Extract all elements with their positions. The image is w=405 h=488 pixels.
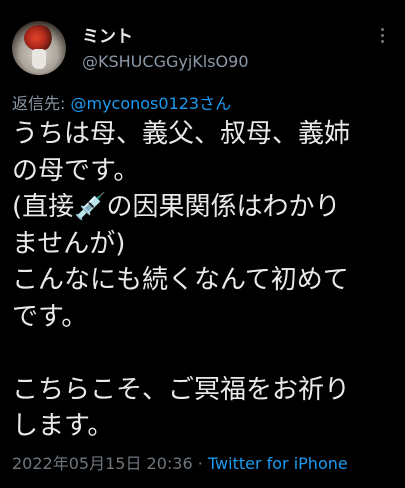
user-handle[interactable]: @KSHUCGGyjKlsO90 [82, 52, 249, 71]
tweet-text-line: します。 [12, 411, 114, 441]
tweet-meta: 2022年05月15日 20:36 · Twitter for iPhone [12, 450, 348, 474]
tweet-text-line: うちは母、義父、叔母、義姉 [12, 119, 351, 149]
avatar-flowers [24, 25, 54, 51]
tweet: ミント @KSHUCGGyjKlsO90 返信先: @myconos0123さん… [0, 0, 405, 488]
source-link[interactable]: Twitter for iPhone [208, 454, 348, 473]
tweet-text-fragment: (直接 [12, 192, 75, 222]
display-name[interactable]: ミント [82, 22, 133, 47]
tweet-text-line: (直接💉の因果関係はわかり [12, 189, 397, 226]
tweet-text-line: の母です。 [12, 155, 140, 186]
more-vertical-icon[interactable] [381, 28, 385, 46]
avatar[interactable] [12, 21, 66, 75]
reply-prefix: 返信先: [12, 94, 71, 113]
tweet-text-line: こちらこそ、ご冥福をお祈り [12, 374, 351, 405]
tweet-text-fragment: の因果関係はわかり [106, 192, 341, 222]
timestamp[interactable]: 2022年05月15日 20:36 [12, 454, 193, 473]
syringe-emoji-icon: 💉 [74, 192, 107, 222]
tweet-text-line: です。 [12, 301, 88, 332]
avatar-vase [32, 49, 46, 69]
meta-separator: · [192, 454, 208, 473]
tweet-text-line: ませんが) [12, 228, 126, 259]
tweet-text: うちは母、義父、叔母、義姉 の母です。 (直接💉の因果関係はわかり ませんが) こんなに… [12, 116, 397, 445]
reply-mention-link[interactable]: @myconos0123さん [70, 94, 231, 113]
tweet-text-line: こんなにも続くなんて初めて [12, 265, 349, 295]
reply-to-line: 返信先: @myconos0123さん [12, 90, 231, 114]
tweet-text-blank-line [12, 335, 397, 372]
